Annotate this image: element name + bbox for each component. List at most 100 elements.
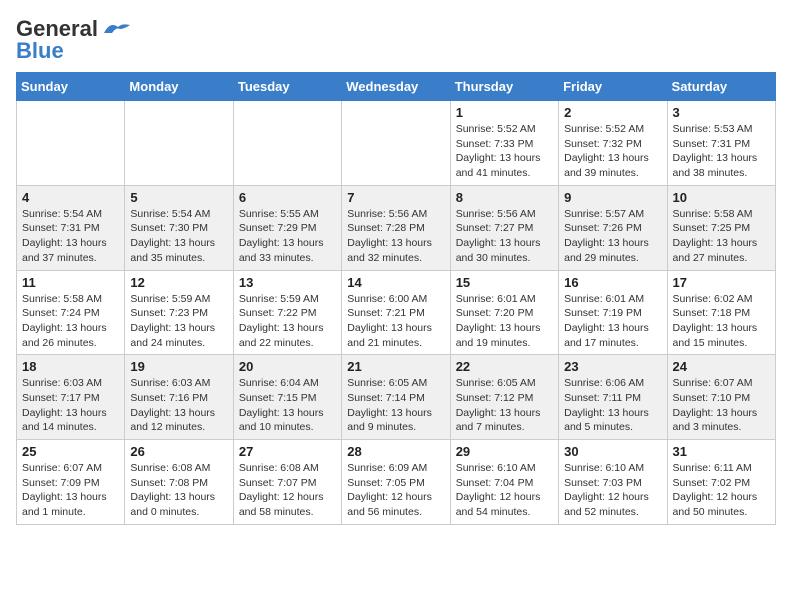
- day-number: 24: [673, 359, 770, 374]
- day-detail: Sunrise: 6:09 AMSunset: 7:05 PMDaylight:…: [347, 461, 444, 520]
- day-number: 22: [456, 359, 553, 374]
- day-detail: Sunrise: 6:07 AMSunset: 7:10 PMDaylight:…: [673, 376, 770, 435]
- day-detail: Sunrise: 6:10 AMSunset: 7:04 PMDaylight:…: [456, 461, 553, 520]
- day-detail: Sunrise: 6:11 AMSunset: 7:02 PMDaylight:…: [673, 461, 770, 520]
- weekday-header-row: SundayMondayTuesdayWednesdayThursdayFrid…: [17, 73, 776, 101]
- day-detail: Sunrise: 5:57 AMSunset: 7:26 PMDaylight:…: [564, 207, 661, 266]
- calendar-cell: 18 Sunrise: 6:03 AMSunset: 7:17 PMDayligh…: [17, 355, 125, 440]
- calendar-cell: 4 Sunrise: 5:54 AMSunset: 7:31 PMDaylight…: [17, 185, 125, 270]
- day-number: 3: [673, 105, 770, 120]
- day-detail: Sunrise: 6:06 AMSunset: 7:11 PMDaylight:…: [564, 376, 661, 435]
- weekday-header-sunday: Sunday: [17, 73, 125, 101]
- day-number: 27: [239, 444, 336, 459]
- calendar-cell: 1Sunrise: 5:52 AMSunset: 7:33 PMDaylight…: [450, 101, 558, 186]
- calendar-cell: [17, 101, 125, 186]
- calendar-cell: 22 Sunrise: 6:05 AMSunset: 7:12 PMDayligh…: [450, 355, 558, 440]
- calendar-cell: 8 Sunrise: 5:56 AMSunset: 7:27 PMDaylight…: [450, 185, 558, 270]
- calendar-week-row: 1Sunrise: 5:52 AMSunset: 7:33 PMDaylight…: [17, 101, 776, 186]
- day-detail: Sunrise: 5:56 AMSunset: 7:28 PMDaylight:…: [347, 207, 444, 266]
- calendar-cell: 9 Sunrise: 5:57 AMSunset: 7:26 PMDaylight…: [559, 185, 667, 270]
- calendar-cell: 24 Sunrise: 6:07 AMSunset: 7:10 PMDayligh…: [667, 355, 775, 440]
- day-number: 17: [673, 275, 770, 290]
- day-detail: Sunrise: 5:53 AMSunset: 7:31 PMDaylight:…: [673, 122, 770, 181]
- day-number: 18: [22, 359, 119, 374]
- day-number: 5: [130, 190, 227, 205]
- day-detail: Sunrise: 5:58 AMSunset: 7:24 PMDaylight:…: [22, 292, 119, 351]
- day-number: 16: [564, 275, 661, 290]
- day-number: 4: [22, 190, 119, 205]
- day-number: 23: [564, 359, 661, 374]
- day-number: 14: [347, 275, 444, 290]
- day-detail: Sunrise: 6:03 AMSunset: 7:17 PMDaylight:…: [22, 376, 119, 435]
- day-number: 21: [347, 359, 444, 374]
- day-detail: Sunrise: 5:52 AMSunset: 7:33 PMDaylight:…: [456, 122, 553, 181]
- day-number: 11: [22, 275, 119, 290]
- day-detail: Sunrise: 6:04 AMSunset: 7:15 PMDaylight:…: [239, 376, 336, 435]
- calendar-cell: 16 Sunrise: 6:01 AMSunset: 7:19 PMDayligh…: [559, 270, 667, 355]
- day-number: 31: [673, 444, 770, 459]
- day-number: 10: [673, 190, 770, 205]
- day-detail: Sunrise: 6:10 AMSunset: 7:03 PMDaylight:…: [564, 461, 661, 520]
- calendar-cell: 6 Sunrise: 5:55 AMSunset: 7:29 PMDaylight…: [233, 185, 341, 270]
- weekday-header-wednesday: Wednesday: [342, 73, 450, 101]
- day-detail: Sunrise: 5:54 AMSunset: 7:31 PMDaylight:…: [22, 207, 119, 266]
- calendar-week-row: 4 Sunrise: 5:54 AMSunset: 7:31 PMDaylight…: [17, 185, 776, 270]
- day-detail: Sunrise: 6:01 AMSunset: 7:19 PMDaylight:…: [564, 292, 661, 351]
- day-detail: Sunrise: 6:02 AMSunset: 7:18 PMDaylight:…: [673, 292, 770, 351]
- day-number: 6: [239, 190, 336, 205]
- calendar-cell: 15 Sunrise: 6:01 AMSunset: 7:20 PMDayligh…: [450, 270, 558, 355]
- day-number: 13: [239, 275, 336, 290]
- calendar-cell: 26 Sunrise: 6:08 AMSunset: 7:08 PMDayligh…: [125, 440, 233, 525]
- calendar-cell: 28 Sunrise: 6:09 AMSunset: 7:05 PMDayligh…: [342, 440, 450, 525]
- day-detail: Sunrise: 6:00 AMSunset: 7:21 PMDaylight:…: [347, 292, 444, 351]
- day-number: 26: [130, 444, 227, 459]
- day-detail: Sunrise: 6:07 AMSunset: 7:09 PMDaylight:…: [22, 461, 119, 520]
- day-detail: Sunrise: 5:59 AMSunset: 7:22 PMDaylight:…: [239, 292, 336, 351]
- calendar-cell: 10Sunrise: 5:58 AMSunset: 7:25 PMDayligh…: [667, 185, 775, 270]
- calendar-cell: 13 Sunrise: 5:59 AMSunset: 7:22 PMDayligh…: [233, 270, 341, 355]
- calendar-cell: 27 Sunrise: 6:08 AMSunset: 7:07 PMDayligh…: [233, 440, 341, 525]
- day-number: 28: [347, 444, 444, 459]
- calendar-cell: [342, 101, 450, 186]
- weekday-header-saturday: Saturday: [667, 73, 775, 101]
- weekday-header-thursday: Thursday: [450, 73, 558, 101]
- calendar-cell: 5Sunrise: 5:54 AMSunset: 7:30 PMDaylight…: [125, 185, 233, 270]
- calendar-cell: 25 Sunrise: 6:07 AMSunset: 7:09 PMDayligh…: [17, 440, 125, 525]
- day-detail: Sunrise: 6:08 AMSunset: 7:07 PMDaylight:…: [239, 461, 336, 520]
- day-detail: Sunrise: 6:05 AMSunset: 7:14 PMDaylight:…: [347, 376, 444, 435]
- weekday-header-tuesday: Tuesday: [233, 73, 341, 101]
- weekday-header-friday: Friday: [559, 73, 667, 101]
- day-number: 19: [130, 359, 227, 374]
- day-number: 20: [239, 359, 336, 374]
- day-detail: Sunrise: 5:56 AMSunset: 7:27 PMDaylight:…: [456, 207, 553, 266]
- calendar-cell: 19 Sunrise: 6:03 AMSunset: 7:16 PMDayligh…: [125, 355, 233, 440]
- calendar-cell: 17 Sunrise: 6:02 AMSunset: 7:18 PMDayligh…: [667, 270, 775, 355]
- day-detail: Sunrise: 5:59 AMSunset: 7:23 PMDaylight:…: [130, 292, 227, 351]
- calendar-table: SundayMondayTuesdayWednesdayThursdayFrid…: [16, 72, 776, 525]
- day-detail: Sunrise: 5:55 AMSunset: 7:29 PMDaylight:…: [239, 207, 336, 266]
- day-number: 12: [130, 275, 227, 290]
- calendar-cell: 29Sunrise: 6:10 AMSunset: 7:04 PMDayligh…: [450, 440, 558, 525]
- calendar-cell: 2 Sunrise: 5:52 AMSunset: 7:32 PMDaylight…: [559, 101, 667, 186]
- day-number: 9: [564, 190, 661, 205]
- day-detail: Sunrise: 6:01 AMSunset: 7:20 PMDaylight:…: [456, 292, 553, 351]
- day-detail: Sunrise: 6:05 AMSunset: 7:12 PMDaylight:…: [456, 376, 553, 435]
- weekday-header-monday: Monday: [125, 73, 233, 101]
- day-detail: Sunrise: 6:08 AMSunset: 7:08 PMDaylight:…: [130, 461, 227, 520]
- day-number: 2: [564, 105, 661, 120]
- calendar-week-row: 18 Sunrise: 6:03 AMSunset: 7:17 PMDayligh…: [17, 355, 776, 440]
- day-number: 8: [456, 190, 553, 205]
- calendar-cell: 30Sunrise: 6:10 AMSunset: 7:03 PMDayligh…: [559, 440, 667, 525]
- calendar-cell: 21 Sunrise: 6:05 AMSunset: 7:14 PMDayligh…: [342, 355, 450, 440]
- calendar-cell: 3 Sunrise: 5:53 AMSunset: 7:31 PMDaylight…: [667, 101, 775, 186]
- day-number: 25: [22, 444, 119, 459]
- calendar-week-row: 11 Sunrise: 5:58 AMSunset: 7:24 PMDayligh…: [17, 270, 776, 355]
- day-number: 15: [456, 275, 553, 290]
- calendar-cell: 31 Sunrise: 6:11 AMSunset: 7:02 PMDayligh…: [667, 440, 775, 525]
- calendar-cell: 11 Sunrise: 5:58 AMSunset: 7:24 PMDayligh…: [17, 270, 125, 355]
- calendar-week-row: 25 Sunrise: 6:07 AMSunset: 7:09 PMDayligh…: [17, 440, 776, 525]
- calendar-cell: 7Sunrise: 5:56 AMSunset: 7:28 PMDaylight…: [342, 185, 450, 270]
- calendar-cell: 12 Sunrise: 5:59 AMSunset: 7:23 PMDayligh…: [125, 270, 233, 355]
- day-detail: Sunrise: 6:03 AMSunset: 7:16 PMDaylight:…: [130, 376, 227, 435]
- day-detail: Sunrise: 5:52 AMSunset: 7:32 PMDaylight:…: [564, 122, 661, 181]
